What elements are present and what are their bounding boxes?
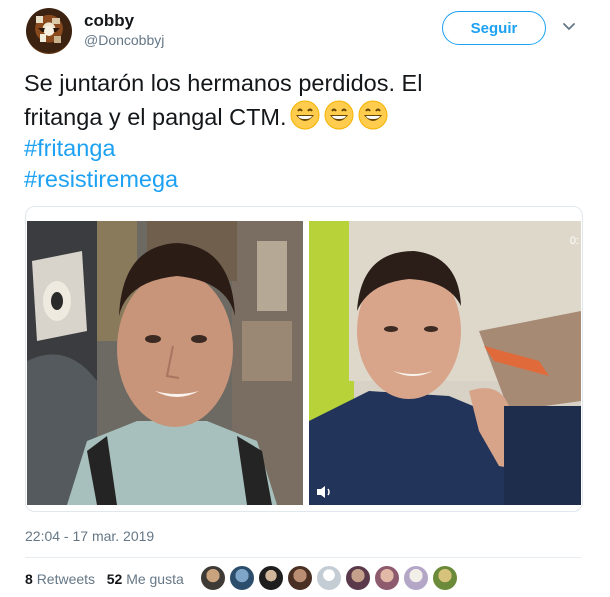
sound-icon[interactable] [316, 485, 334, 499]
user-handle[interactable]: @Doncobbyj [84, 32, 164, 48]
tweet-text: Se juntarón los hermanos perdidos. El fr… [24, 68, 594, 195]
hashtag-resistiremega[interactable]: #resistiremega [24, 164, 594, 195]
retweets-count: 8 [25, 571, 33, 587]
grinning-face-emoji-icon [324, 100, 354, 130]
follow-button[interactable]: Seguir [442, 11, 546, 45]
tweet-line-1: Se juntarón los hermanos perdidos. El [24, 70, 423, 96]
liker-avatar[interactable] [374, 565, 400, 591]
media-container[interactable]: 0: [25, 206, 583, 512]
liker-avatar[interactable] [316, 565, 342, 591]
likes-stat[interactable]: 52 Me gusta [107, 571, 184, 587]
liker-avatar[interactable] [403, 565, 429, 591]
liker-avatar[interactable] [229, 565, 255, 591]
tweet-line-2-text: fritanga y el pangal CTM. [24, 104, 287, 130]
tweet-line-2: fritanga y el pangal CTM. [24, 99, 594, 133]
liker-avatar[interactable] [287, 565, 313, 591]
liker-avatar[interactable] [258, 565, 284, 591]
tweet-stats: 8 Retweets 52 Me gusta [25, 571, 184, 587]
liker-avatar[interactable] [200, 565, 226, 591]
divider [25, 557, 581, 558]
grinning-face-emoji-icon [358, 100, 388, 130]
liker-avatar[interactable] [432, 565, 458, 591]
hashtag-fritanga[interactable]: #fritanga [24, 133, 594, 164]
grinning-face-emoji-icon [290, 100, 320, 130]
liker-avatar[interactable] [345, 565, 371, 591]
photo-right[interactable]: 0: [309, 221, 581, 505]
user-name[interactable]: cobby [84, 11, 134, 31]
avatar[interactable] [26, 8, 72, 54]
retweets-label: Retweets [36, 571, 96, 587]
chevron-down-icon[interactable] [562, 22, 576, 32]
likes-count: 52 [106, 571, 123, 587]
likes-label: Me gusta [126, 571, 184, 587]
retweets-stat[interactable]: 8 Retweets [25, 571, 95, 587]
video-timer: 0: [569, 235, 579, 247]
photo-left[interactable] [27, 221, 303, 505]
tweet-timestamp[interactable]: 22:04 - 17 mar. 2019 [25, 528, 154, 544]
